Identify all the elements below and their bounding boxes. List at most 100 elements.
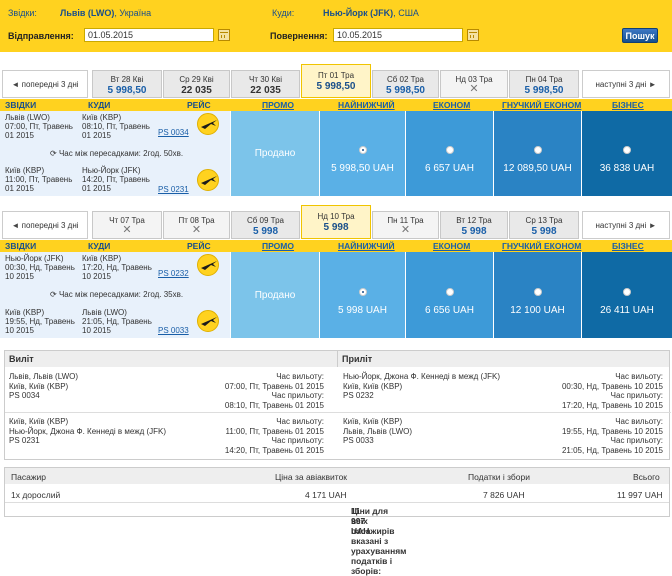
date-tab-price: 22 035 [181,85,212,96]
column-header-row: ЗВІДКИ КУДИ РЕЙС ПРОМО НАЙНИЖЧИЙ ЕКОНОМ … [0,99,672,111]
fare-radio[interactable] [533,146,542,154]
flight-legs: Нью-Йорк (JFK) 00:30, Нд, Травень 10 2015 … [0,252,230,338]
date-tab-unavailable: Пт 08 Тра ✕ [163,211,230,239]
summary-times: Час вильоту: 19:55, Нд, Травень 10 2015 Ча… [561,417,663,455]
date-tab[interactable]: Вт 28 Кві 5 998,50 [92,70,162,98]
leg-departure: Нью-Йорк (JFK) 00:30, Нд, Травень 10 2015 [5,254,75,281]
summary-times: Час вильоту: 11:00, Пт, Травень 01 2015 Ча… [224,417,324,455]
depart-date-field[interactable]: 01.05.2015 [84,28,214,42]
col-business[interactable]: БІЗНЕС [612,100,644,110]
fare-radio-selected[interactable] [358,146,367,154]
unavailable-icon: ✕ [191,224,202,236]
fare-col-ticket: Ціна за авіаквиток [275,472,348,482]
col-from: ЗВІДКИ [5,241,37,251]
col-lowest[interactable]: НАЙНИЖЧИЙ [338,100,395,110]
col-flex-economy[interactable]: ГНУЧКИЙ ЕКОНОМ [502,100,581,110]
outbound-date-tabs: ◄ попередні 3 дні Вт 28 Кві 5 998,50 Ср 2… [0,64,672,98]
from-value[interactable]: Львів (LWO), Україна [60,8,151,18]
date-tab-day: Пн 04 Тра [525,75,563,84]
fare-lowest[interactable]: 5 998 UAH [320,252,405,338]
summary-route: Львів, Львів (LWO) Київ, Київ (KBP) PS 003… [9,372,79,400]
date-tab[interactable]: Ср 13 Тра 5 998 [509,211,579,239]
summary-times: Час вильоту: 07:00, Пт, Травень 01 2015 Ча… [224,372,324,410]
inbound-flight-row: Нью-Йорк (JFK) 00:30, Нд, Травень 10 2015 … [0,252,672,338]
summary-depart-title: Виліт [5,351,337,367]
fare-lowest[interactable]: 5 998,50 UAH [320,111,405,196]
date-tab[interactable]: Сб 02 Тра 5 998,50 [372,70,439,98]
from-country: , Україна [114,8,152,18]
fare-business[interactable]: 26 411 UAH [582,252,672,338]
search-button[interactable]: Пошук [622,28,658,43]
fare-tax: 7 826 UAH [483,490,525,500]
calendar-icon[interactable] [467,29,479,41]
fare-radio[interactable] [445,288,454,296]
fare-radio[interactable] [623,146,631,154]
summary-route: Нью-Йорк, Джона Ф. Кеннеді в межд (JFK) К… [343,372,501,400]
date-tab-day: Ср 13 Тра [525,216,563,225]
refresh-icon: ⟳ [50,290,57,299]
col-lowest[interactable]: НАЙНИЖЧИЙ [338,241,395,251]
date-tab[interactable]: Пн 04 Тра 5 998,50 [509,70,579,98]
fare-flex-economy[interactable]: 12 100 UAH [494,252,581,338]
fare-col-passenger: Пасажир [11,472,46,482]
date-tab-price: 22 035 [250,85,281,96]
leg-departure: Київ (KBP) 19:55, Нд, Травень 10 2015 [5,308,75,335]
date-tab-price: 5 998 [531,226,557,237]
leg-arrival: Київ (KBP) 08:10, Пт, Травень 01 2015 [82,113,150,140]
fare-ticket: 4 171 UAH [305,490,347,500]
summary-route: Київ, Київ (KBP) Львів, Львів (LWO) PS 003… [343,417,413,445]
flight-number-link[interactable]: PS 0033 [158,326,189,335]
column-header-row: ЗВІДКИ КУДИ РЕЙС ПРОМО НАЙНИЖЧИЙ ЕКОНОМ … [0,240,672,252]
to-label: Куди: [272,8,295,18]
fare-economy[interactable]: 6 656 UAH [406,252,493,338]
fare-radio-selected[interactable] [358,288,367,296]
date-tab-day: Сб 09 Тра [246,216,285,225]
prev-days-button[interactable]: ◄ попередні 3 дні [2,70,88,98]
prev-days-label: попередні 3 дні [21,80,79,89]
search-panel: Звідки: Львів (LWO), Україна Куди: Нью-Й… [0,0,672,52]
divider [337,412,671,413]
fare-table: Пасажир Ціна за авіаквиток Податки і збо… [4,467,670,576]
col-economy[interactable]: ЕКОНОМ [433,100,470,110]
prev-days-button[interactable]: ◄ попередні 3 дні [2,211,88,239]
date-tab[interactable]: Ср 29 Кві 22 035 [163,70,230,98]
fare-radio[interactable] [533,288,542,296]
col-to: КУДИ [88,241,111,251]
fare-flex-economy[interactable]: 12 089,50 UAH [494,111,581,196]
to-value[interactable]: Нью-Йорк (JFK), США [323,8,419,18]
itinerary-summary: Виліт Приліт Львів, Львів (LWO) Київ, Киї… [4,350,671,460]
flight-number-link[interactable]: PS 0034 [158,128,189,137]
flight-number-link[interactable]: PS 0232 [158,269,189,278]
fare-economy[interactable]: 6 657 UAH [406,111,493,196]
leg-departure: Львів (LWO) 07:00, Пт, Травень 01 2015 [5,113,73,140]
col-economy[interactable]: ЕКОНОМ [433,241,470,251]
fare-col-total: Всього [633,472,660,482]
flight-number-link[interactable]: PS 0231 [158,185,189,194]
from-city: Львів (LWO) [60,8,115,18]
date-tab-selected[interactable]: Нд 10 Тра 5 998 [301,205,371,239]
summary-return-title: Приліт [337,351,669,367]
date-tab[interactable]: Чт 30 Кві 22 035 [231,70,300,98]
calendar-icon[interactable] [218,29,230,41]
date-tab-selected[interactable]: Пт 01 Тра 5 998,50 [301,64,371,98]
date-tab-day: Вт 12 Тра [456,216,492,225]
return-label: Повернення: [270,31,328,41]
next-days-button[interactable]: наступні 3 дні ► [582,70,670,98]
col-promo[interactable]: ПРОМО [262,241,294,251]
next-days-button[interactable]: наступні 3 дні ► [582,211,670,239]
col-flex-economy[interactable]: ГНУЧКИЙ ЕКОНОМ [502,241,581,251]
next-days-label: наступні 3 дні [595,221,647,230]
date-tab-price: 5 998,50 [107,85,147,96]
transfer-info: ⟳ Час між пересадками: 2год. 50хв. [50,149,184,158]
date-tab[interactable]: Сб 09 Тра 5 998 [231,211,300,239]
date-tab-day: Сб 02 Тра [386,75,425,84]
fare-business[interactable]: 36 838 UAH [582,111,672,196]
date-tab[interactable]: Вт 12 Тра 5 998 [440,211,508,239]
col-from: ЗВІДКИ [5,100,37,110]
fare-radio[interactable] [445,146,454,154]
transfer-info: ⟳ Час між пересадками: 2год. 35хв. [50,290,184,299]
fare-radio[interactable] [623,288,631,296]
col-promo[interactable]: ПРОМО [262,100,294,110]
col-business[interactable]: БІЗНЕС [612,241,644,251]
return-date-field[interactable]: 10.05.2015 [333,28,463,42]
